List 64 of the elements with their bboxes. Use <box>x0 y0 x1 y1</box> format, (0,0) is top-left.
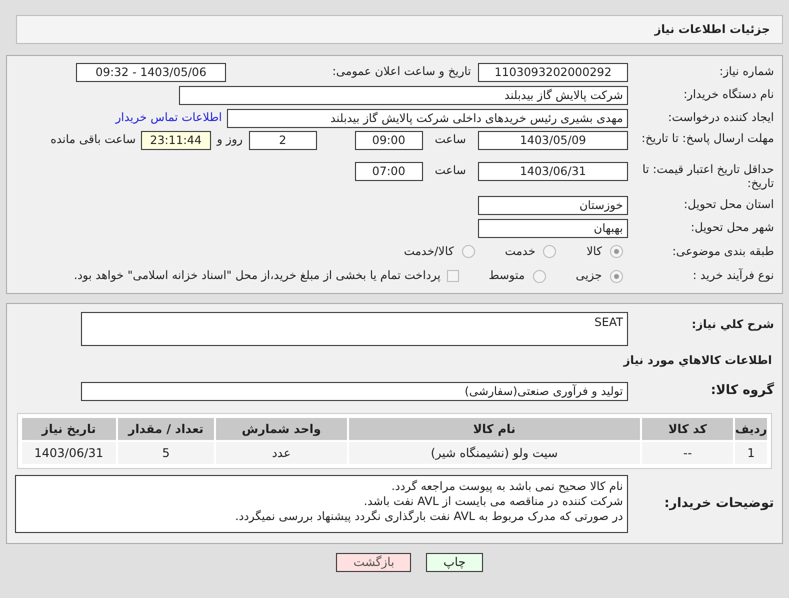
input-field[interactable]: تولید و فرآوری صنعتی(سفارشی) <box>81 382 628 400</box>
field-label: شماره نیاز: <box>718 63 774 80</box>
field-label: استان محل تحویل: <box>682 196 774 214</box>
input-field[interactable]: 2 <box>248 131 317 150</box>
field-label: توضیحات خریدار: <box>663 495 774 513</box>
column-header: نام کالا <box>348 418 640 440</box>
input-field[interactable]: 07:00 <box>354 162 423 181</box>
column-header: ردیف <box>735 418 767 440</box>
field-label: پرداخت تمام یا بخشی از مبلغ خرید،از محل "اسناد خزانه اسلامی" خواهد بود. <box>74 267 441 284</box>
table-cell: 1403/06/31 <box>22 442 116 464</box>
input-field[interactable]: 1103093202000292 <box>478 62 628 82</box>
field-label: ساعت <box>434 131 466 148</box>
radio-button[interactable] <box>610 245 623 258</box>
field-label: مهلت ارسال پاسخ: تا تاریخ: <box>640 131 774 146</box>
note-line: شرکت کننده در مناقصه می بایست از AVL نفت باشد. <box>362 494 623 509</box>
radio-button[interactable] <box>532 270 546 282</box>
remaining-time-field[interactable]: 23:11:44 <box>140 131 211 150</box>
back-button[interactable]: بازگشت <box>336 552 412 572</box>
description-field[interactable]: SEAT <box>81 312 628 346</box>
input-field[interactable]: مهدی بشیری رئیس خریدهای داخلی شرکت پالایش گاز بیدبلند <box>227 108 628 128</box>
table-cell: عدد <box>216 442 347 464</box>
table-cell: 5 <box>118 442 214 464</box>
input-field[interactable]: 1403/05/09 <box>478 131 628 150</box>
radio-button[interactable] <box>543 245 556 258</box>
field-label: روز و <box>216 131 243 148</box>
note-line: در صورتی که مدرک مربوط به AVL نفت بارگذاری نگردد پیشنهاد بررسی نمیگردد. <box>234 508 623 524</box>
field-label: متوسط <box>488 267 525 284</box>
input-field[interactable]: 1403/06/31 <box>478 162 628 181</box>
column-header: تعداد / مقدار <box>118 418 214 440</box>
column-header: تاریخ نیاز <box>22 418 116 440</box>
print-button[interactable]: چاپ <box>426 552 483 572</box>
buyer-contact-link[interactable]: اطلاعات تماس خریدار <box>115 109 222 127</box>
field-label: شهر محل تحویل: <box>690 219 774 236</box>
section-title: اطلاعات کالاهاي مورد نياز <box>622 352 772 369</box>
note-line: نام کالا صحیح نمی باشد به پیوست مراجعه گردد. <box>390 478 623 494</box>
field-label: خدمت <box>504 242 536 260</box>
column-header: کد کالا <box>642 418 734 440</box>
field-label: ساعت <box>434 162 466 179</box>
input-field[interactable]: 1403/05/06 - 09:32 <box>76 62 226 82</box>
field-label: کالا/خدمت <box>404 242 454 260</box>
field-label: حداقل تاریخ اعتبار قیمت: تا تاریخ: <box>641 162 774 190</box>
table-cell: -- <box>642 442 734 464</box>
field-label: ایجاد کننده درخواست: <box>667 109 774 126</box>
radio-button[interactable] <box>462 245 475 258</box>
input-field[interactable]: 09:00 <box>354 131 423 150</box>
input-field[interactable]: شرکت پالایش گاز بیدبلند <box>179 86 628 104</box>
input-field[interactable]: بهبهان <box>478 218 628 238</box>
radio-button[interactable] <box>610 270 623 282</box>
column-header: واحد شمارش <box>216 418 347 440</box>
field-label: نوع فرآیند خرید : <box>692 267 774 284</box>
header-bar: جزئیات اطلاعات نیاز <box>16 15 783 44</box>
field-label: نام دستگاه خریدار: <box>682 86 774 104</box>
field-label: جزیی <box>576 267 602 284</box>
input-field[interactable]: خوزستان <box>478 196 628 214</box>
field-label: ساعت باقی مانده <box>50 131 136 148</box>
checkbox[interactable] <box>446 270 459 282</box>
table-cell: سیت ولو (نشیمنگاه شیر) <box>348 442 640 464</box>
field-label: گروه کالا: <box>710 381 774 400</box>
notes-field[interactable]: نام کالا صحیح نمی باشد به پیوست مراجعه گردد. شرکت کننده در مناقصه می بایست از AVL نفت باشد. در صورتی که مدرک مربوط به AVL نفت بارگذاری نگردد پیشنهاد بررسی نمیگردد. <box>15 474 628 533</box>
field-label: شرح کلي نياز: <box>690 316 774 333</box>
field-label: طبقه بندی موضوعی: <box>671 242 774 260</box>
field-label: کالا <box>586 242 602 260</box>
field-label: تاریخ و ساعت اعلان عمومی: <box>331 63 471 80</box>
table-cell: 1 <box>735 442 767 464</box>
